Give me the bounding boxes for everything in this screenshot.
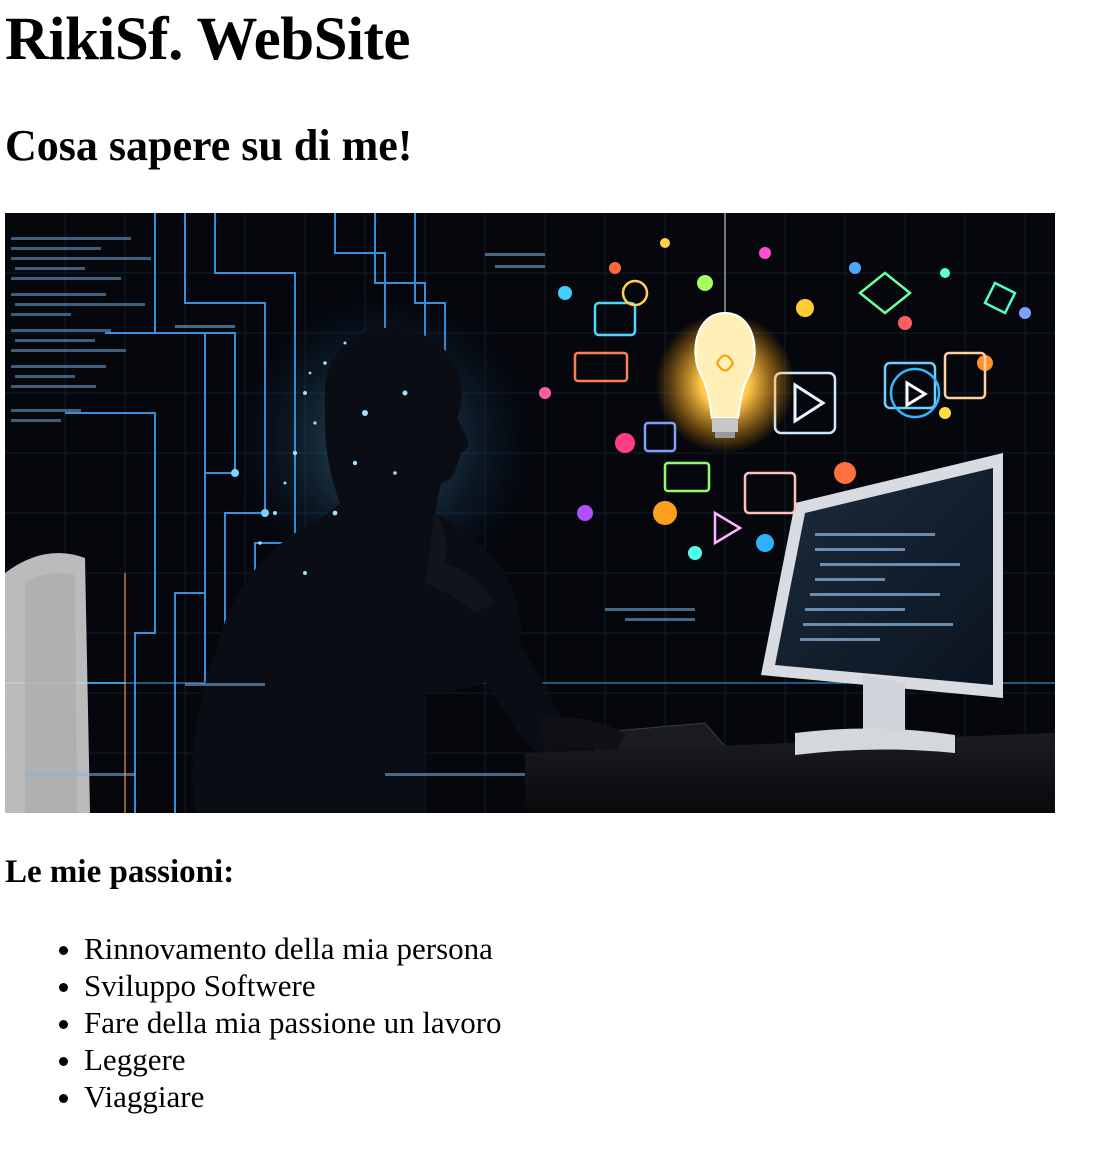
page-subtitle: Cosa sapere su di me!	[5, 121, 413, 170]
list-item: Rinnovamento della mia persona	[84, 930, 502, 967]
passions-list: Rinnovamento della mia persona Sviluppo …	[5, 930, 502, 1115]
list-item: Viaggiare	[84, 1078, 502, 1115]
passions-heading: Le mie passioni:	[5, 854, 235, 890]
hero-illustration	[5, 213, 1055, 813]
list-item: Leggere	[84, 1041, 502, 1078]
list-item: Fare della mia passione un lavoro	[84, 1004, 502, 1041]
list-item: Sviluppo Softwere	[84, 967, 502, 1004]
site-title: RikiSf. WebSite	[5, 6, 410, 73]
hero-image	[5, 213, 1055, 813]
